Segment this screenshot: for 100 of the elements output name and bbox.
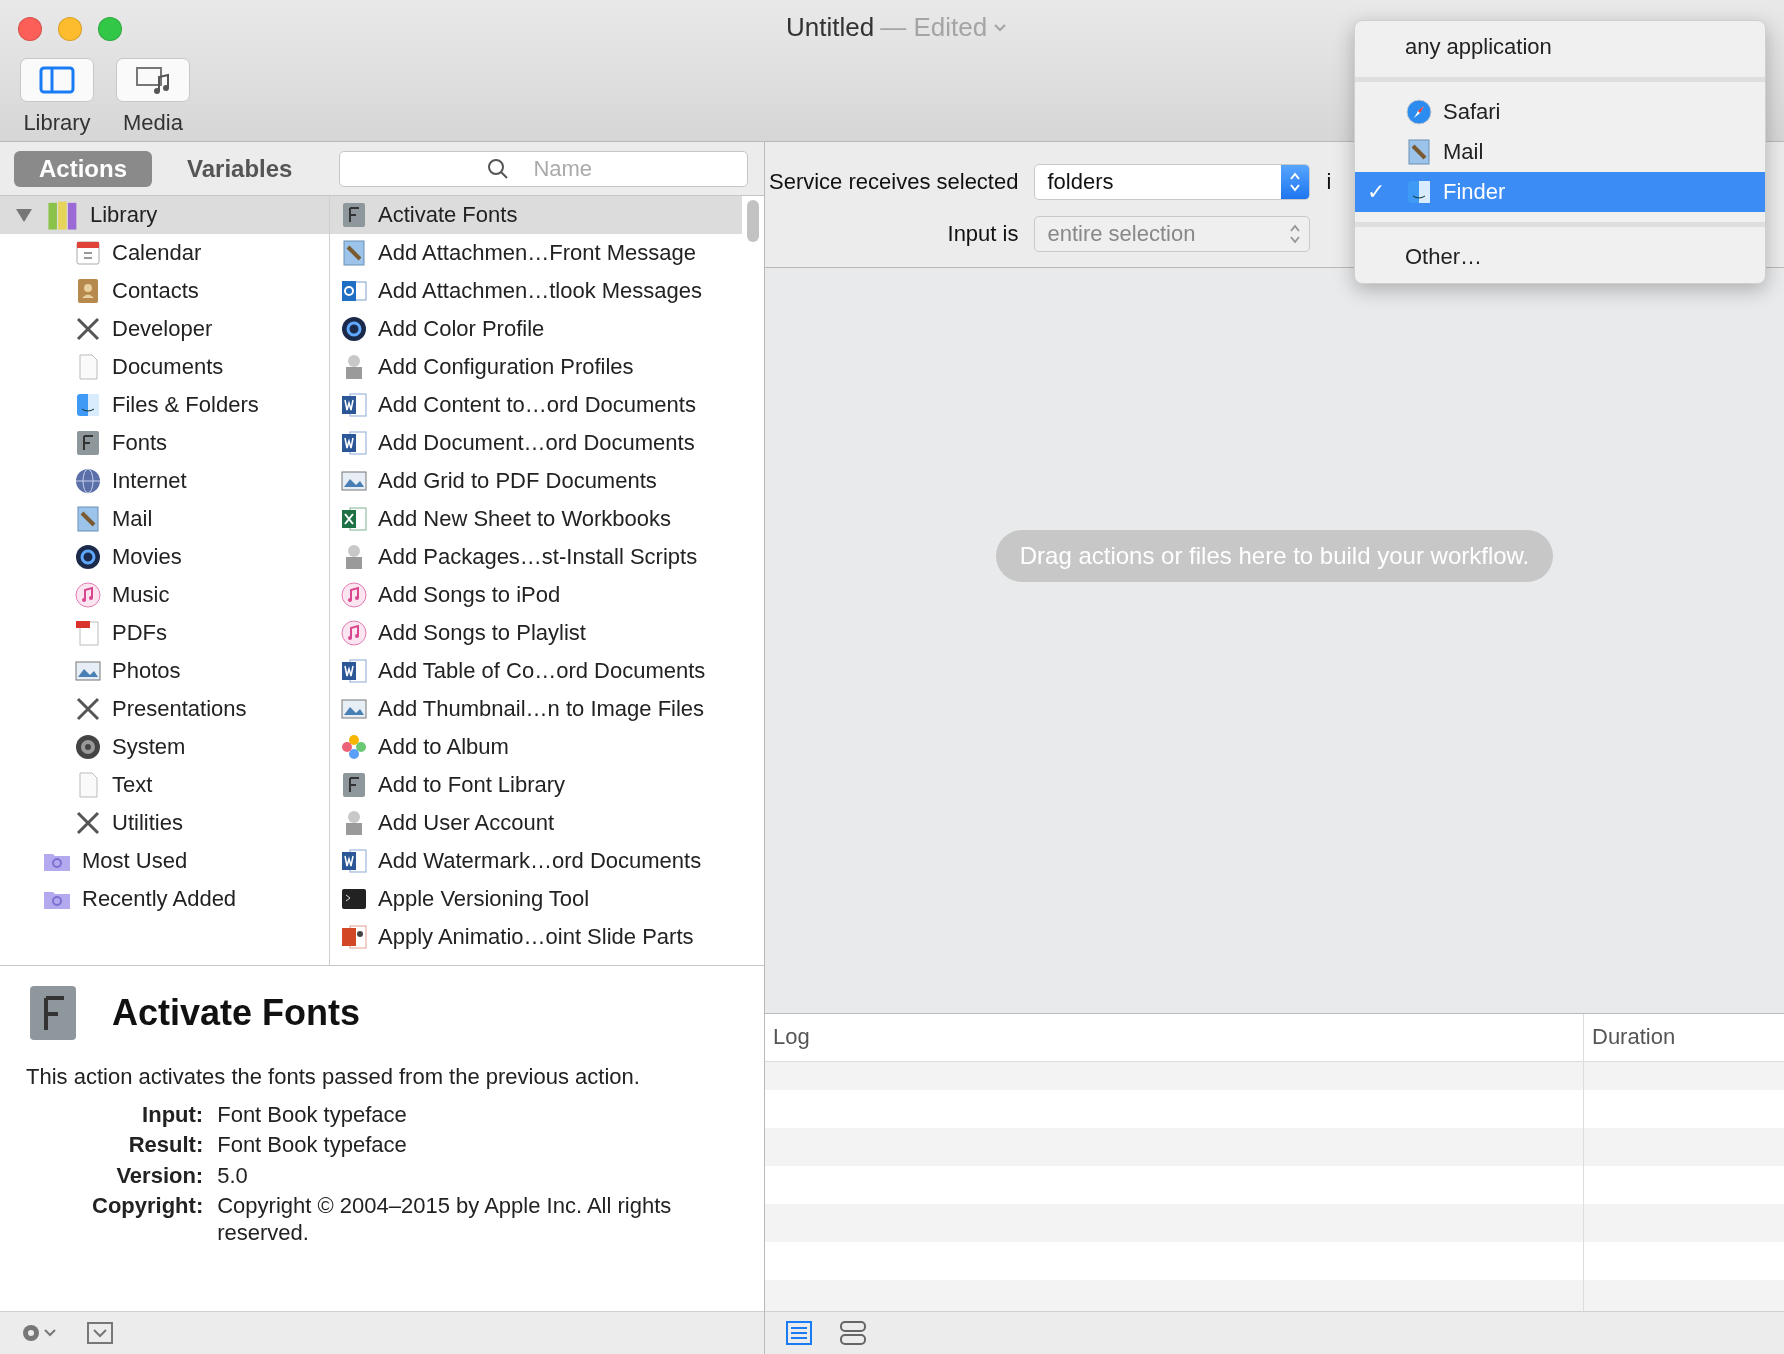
column-header[interactable]: Log: [765, 1014, 1583, 1061]
category-item[interactable]: Calendar: [0, 234, 329, 272]
action-item[interactable]: Apply Animatio…oint Slide Parts: [330, 918, 742, 956]
scrollbar-thumb[interactable]: [747, 200, 759, 242]
music-note-icon: [340, 619, 368, 647]
field-value: Copyright © 2004–2015 by Apple Inc. All rights reserved.: [217, 1193, 673, 1246]
action-item[interactable]: Add User Account: [330, 804, 742, 842]
action-item[interactable]: Add to Font Library: [330, 766, 742, 804]
music-note-icon: [74, 581, 102, 609]
action-item[interactable]: Add Watermark…ord Documents: [330, 842, 742, 880]
up-down-arrows-icon: [1288, 223, 1303, 245]
in-label: i: [1326, 169, 1332, 195]
close-button[interactable]: [18, 17, 42, 41]
spreadsheet-icon: [340, 505, 368, 533]
field-label: Result:: [127, 1132, 204, 1159]
category-item[interactable]: Utilities: [0, 804, 329, 842]
smart-group-item[interactable]: Recently Added: [0, 880, 329, 918]
up-down-arrows-icon: [1288, 171, 1303, 193]
category-item[interactable]: Mail: [0, 500, 329, 538]
menu-item[interactable]: any application: [1355, 27, 1765, 67]
search-field[interactable]: Name: [339, 150, 748, 187]
crossed-tools-icon: [74, 809, 102, 837]
action-item[interactable]: Apple Versioning Tool: [330, 880, 742, 918]
dark-circle-icon: [74, 543, 102, 571]
action-item[interactable]: Add Songs to Playlist: [330, 614, 742, 652]
view-button[interactable]: [785, 1320, 813, 1346]
font-tile-icon: [340, 201, 368, 229]
word-document-icon: [340, 391, 368, 419]
category-item[interactable]: Music: [0, 576, 329, 614]
action-description: This action activates the fonts passed from the previous action.: [26, 1064, 641, 1090]
compass-icon: [1405, 98, 1433, 126]
crossed-tools-icon: [74, 315, 102, 343]
action-item[interactable]: Add Thumbnail…n to Image Files: [330, 690, 742, 728]
category-item[interactable]: Files & Folders: [0, 386, 329, 424]
window-title: Untitled: [786, 12, 875, 43]
stamp-icon: [74, 505, 102, 533]
crossed-tools-icon: [74, 695, 102, 723]
type-popup[interactable]: folders: [1034, 164, 1311, 200]
chevron-down-icon: [993, 22, 1008, 33]
dark-circle-icon: [340, 315, 368, 343]
category-item[interactable]: Presentations: [0, 690, 329, 728]
field-label: Copyright:: [92, 1193, 204, 1221]
action-item[interactable]: Add to Album: [330, 728, 742, 766]
action-item[interactable]: Add Attachmen…Front Message: [330, 234, 742, 272]
category-item[interactable]: Text: [0, 766, 329, 804]
action-item[interactable]: Add Content to…ord Documents: [330, 386, 742, 424]
category-item[interactable]: Developer: [0, 310, 329, 348]
action-item[interactable]: Add Color Profile: [330, 310, 742, 348]
split-rows-icon: [839, 1320, 867, 1346]
sidebar-icon: [39, 66, 75, 94]
action-item[interactable]: Add Songs to iPod: [330, 576, 742, 614]
segment-tab[interactable]: Variables: [162, 150, 318, 187]
field-label: Version:: [115, 1162, 204, 1190]
action-item[interactable]: Add Document…ord Documents: [330, 424, 742, 462]
action-title: Activate Fonts: [112, 992, 361, 1034]
flower-icon: [340, 733, 368, 761]
category-item[interactable]: Photos: [0, 652, 329, 690]
zoom-button[interactable]: [98, 17, 122, 41]
font-tile-icon: [340, 771, 368, 799]
globe-icon: [74, 467, 102, 495]
action-item[interactable]: Add Table of Co…ord Documents: [330, 652, 742, 690]
action-item[interactable]: Activate Fonts: [330, 196, 742, 234]
menu-item[interactable]: Mail: [1355, 132, 1765, 172]
word-document-icon: [340, 429, 368, 457]
library-row[interactable]: Library: [0, 196, 329, 234]
category-item[interactable]: System: [0, 728, 329, 766]
field-value: Font Book typeface: [217, 1132, 408, 1159]
category-item[interactable]: Documents: [0, 348, 329, 386]
smiling-face-icon: [1405, 178, 1433, 206]
category-item[interactable]: Contacts: [0, 272, 329, 310]
stamp-icon: [340, 239, 368, 267]
stamp-icon: [1405, 138, 1433, 166]
box-chevron-icon: [86, 1321, 114, 1345]
category-item[interactable]: Fonts: [0, 424, 329, 462]
category-item[interactable]: Movies: [0, 538, 329, 576]
field-label: Input:: [141, 1102, 204, 1129]
slides-document-icon: [340, 923, 368, 951]
action-item[interactable]: Add Attachmen…tlook Messages: [330, 272, 742, 310]
category-item[interactable]: Internet: [0, 462, 329, 500]
disclosure-triangle-icon[interactable]: [16, 208, 32, 222]
field-value: 5.0: [217, 1162, 249, 1190]
search-icon: [487, 157, 510, 180]
view-button[interactable]: [839, 1320, 867, 1346]
menu-item[interactable]: Other…: [1355, 237, 1765, 277]
music-note-icon: [340, 581, 368, 609]
word-document-icon: [340, 657, 368, 685]
category-item[interactable]: PDFs: [0, 614, 329, 652]
collapse-button[interactable]: [86, 1321, 114, 1345]
menu-item[interactable]: Safari: [1355, 92, 1765, 132]
smart-group-item[interactable]: Most Used: [0, 842, 329, 880]
column-header[interactable]: Duration: [1583, 1014, 1784, 1061]
list-icon: [785, 1320, 813, 1346]
receives-label: Service receives selected: [769, 169, 1019, 195]
action-item[interactable]: Add Configuration Profiles: [330, 348, 742, 386]
calendar-icon: [74, 239, 102, 267]
action-item[interactable]: Add Packages…st-Install Scripts: [330, 538, 742, 576]
action-item[interactable]: Add Grid to PDF Documents: [330, 462, 742, 500]
action-item[interactable]: Add New Sheet to Workbooks: [330, 500, 742, 538]
minimize-button[interactable]: [58, 17, 82, 41]
word-document-icon: [340, 847, 368, 875]
